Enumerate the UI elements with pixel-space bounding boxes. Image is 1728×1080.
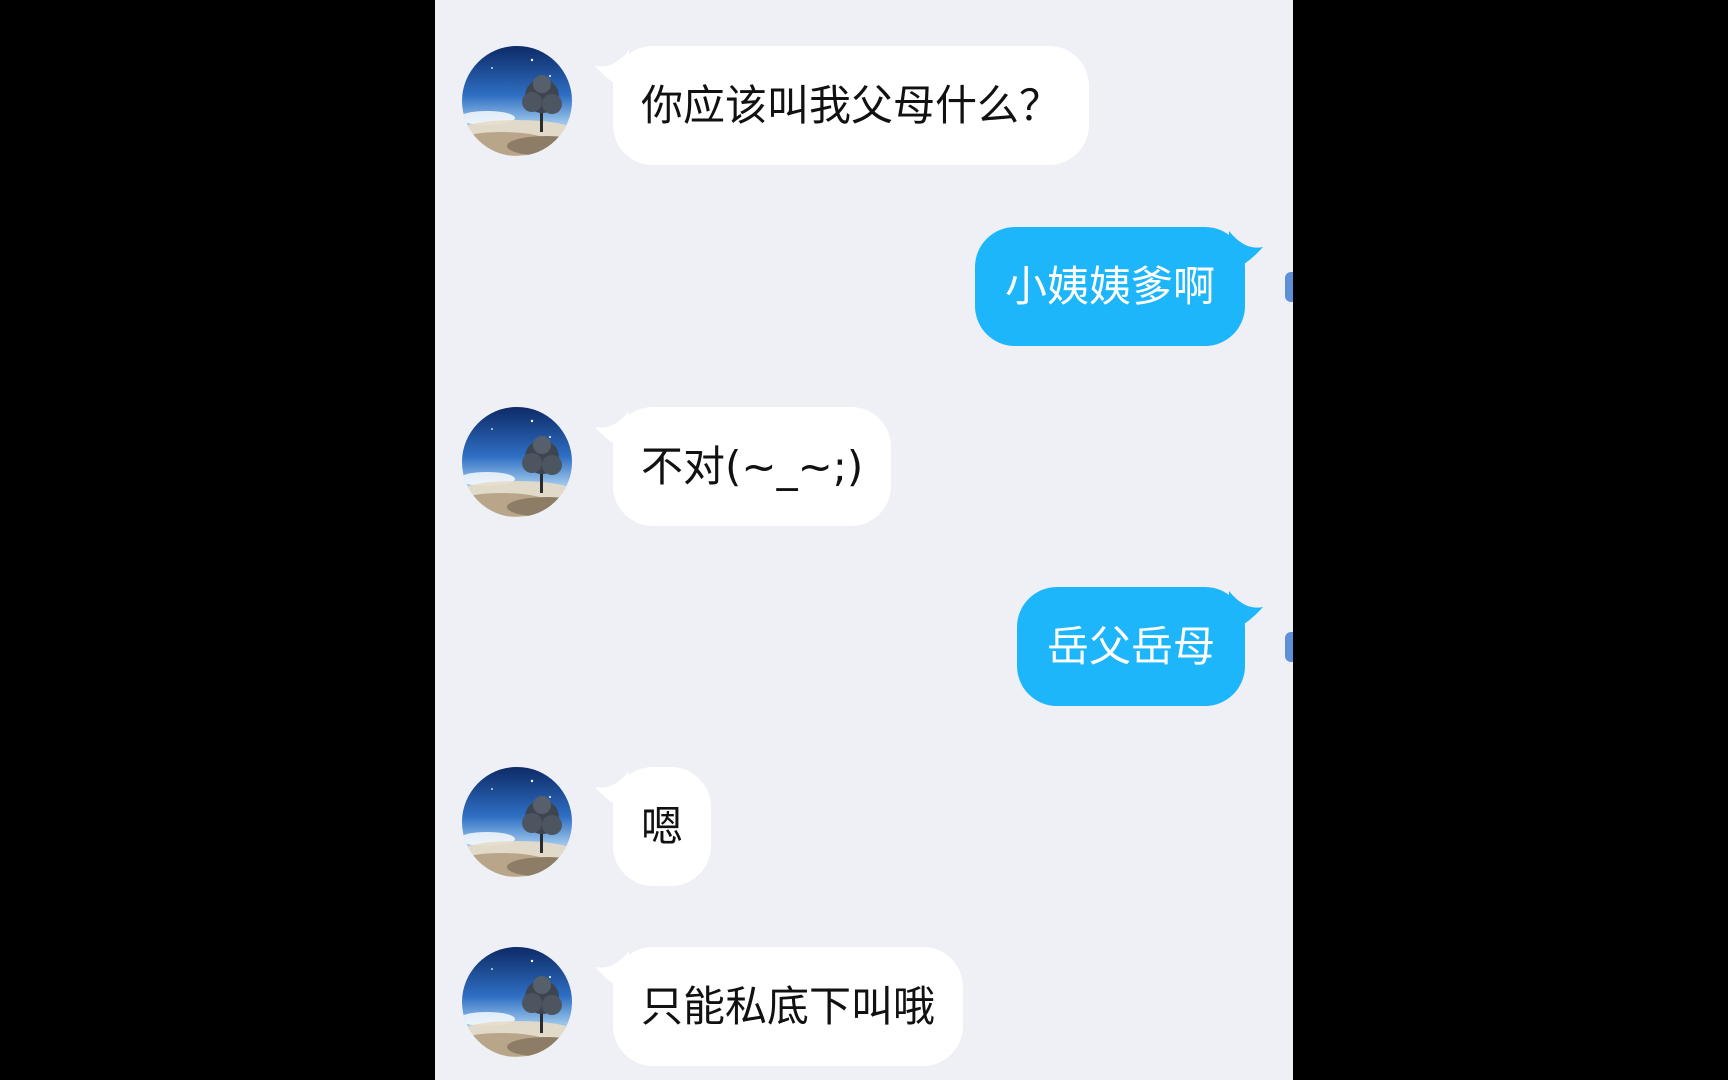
tree-landscape-avatar-icon: [462, 407, 572, 517]
message-text: 嗯: [641, 802, 684, 851]
bubble-tail: [1229, 591, 1263, 631]
message-text: 小姨姨爹啊: [1004, 262, 1215, 311]
bubble-tail: [595, 50, 629, 90]
message-bubble-incoming[interactable]: 嗯: [595, 767, 712, 886]
tree-landscape-avatar-icon: [462, 46, 572, 156]
bubble-tail: [595, 411, 629, 451]
message-text: 只能私底下叫哦: [641, 982, 936, 1031]
contact-avatar[interactable]: [462, 46, 572, 156]
message-text: 你应该叫我父母什么？: [641, 81, 1062, 130]
contact-avatar[interactable]: [462, 767, 572, 877]
message-bubble-incoming[interactable]: 你应该叫我父母什么？: [595, 46, 1090, 165]
message-bubble-outgoing[interactable]: 小姨姨爹啊: [974, 227, 1263, 346]
message-text: 不对(~_~;): [641, 442, 864, 491]
screen: 你应该叫我父母什么？ 小姨姨爹啊 不对(~_~;) 岳父岳母 嗯 只能私底下叫哦: [0, 0, 1728, 1080]
own-avatar-edge[interactable]: [1285, 272, 1293, 302]
message-bubble-incoming[interactable]: 不对(~_~;): [595, 407, 892, 526]
tree-landscape-avatar-icon: [462, 767, 572, 877]
message-bubble-outgoing[interactable]: 岳父岳母: [1016, 587, 1263, 706]
bubble-tail: [1229, 231, 1263, 271]
message-bubble-incoming[interactable]: 只能私底下叫哦: [595, 947, 964, 1066]
tree-landscape-avatar-icon: [462, 947, 572, 1057]
chat-message-list[interactable]: 你应该叫我父母什么？ 小姨姨爹啊 不对(~_~;) 岳父岳母 嗯 只能私底下叫哦: [435, 0, 1293, 1080]
contact-avatar[interactable]: [462, 407, 572, 517]
contact-avatar[interactable]: [462, 947, 572, 1057]
bubble-tail: [595, 771, 629, 811]
message-text: 岳父岳母: [1046, 622, 1215, 671]
bubble-tail: [595, 951, 629, 991]
own-avatar-edge[interactable]: [1285, 632, 1293, 662]
